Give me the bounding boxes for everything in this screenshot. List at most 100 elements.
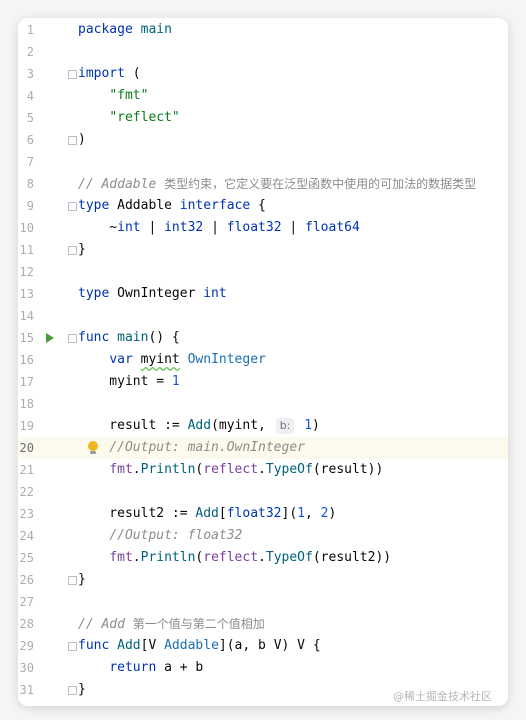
code-token: () { <box>148 330 180 345</box>
line-number[interactable]: 27 <box>18 591 34 613</box>
code-line[interactable]: 9 type Addable interface { <box>18 195 508 217</box>
code-line[interactable]: 6) <box>18 129 508 151</box>
line-number[interactable]: 12 <box>18 261 34 283</box>
code-line[interactable]: 17 myint = 1 <box>18 371 508 393</box>
code-text[interactable]: // Add 第一个值与第二个值相加 <box>78 613 265 636</box>
line-number[interactable]: 18 <box>18 393 34 415</box>
code-text[interactable]: type OwnInteger int <box>78 283 227 305</box>
code-line[interactable]: 5 "reflect" <box>18 107 508 129</box>
code-line[interactable]: 1 package main <box>18 19 508 41</box>
code-text[interactable]: func main() { <box>78 327 180 349</box>
code-line[interactable]: 26} <box>18 569 508 591</box>
code-line[interactable]: 10 ~int | int32 | float32 | float64 <box>18 217 508 239</box>
line-number[interactable]: 25 <box>18 547 34 569</box>
line-number[interactable]: 19 <box>18 415 34 437</box>
code-text[interactable]: //Output: main.OwnInteger <box>78 437 305 459</box>
code-line[interactable]: 22 <box>18 481 508 503</box>
code-line[interactable]: 25 fmt.Println(reflect.TypeOf(result2)) <box>18 547 508 569</box>
line-number[interactable]: 21 <box>18 459 34 481</box>
code-text[interactable]: result := Add(myint, b: 1) <box>78 415 320 437</box>
code-line[interactable]: 21 fmt.Println(reflect.TypeOf(result)) <box>18 459 508 481</box>
fold-marker-icon[interactable] <box>68 136 77 145</box>
code-token: main <box>117 330 149 345</box>
fold-marker-icon[interactable] <box>68 576 77 585</box>
code-text[interactable]: "reflect" <box>78 107 179 129</box>
run-triangle-icon[interactable] <box>46 333 54 343</box>
line-number[interactable]: 16 <box>18 349 34 371</box>
line-number[interactable]: 8 <box>18 173 34 195</box>
fold-marker-icon[interactable] <box>68 334 77 343</box>
code-line[interactable]: 29 func Add[V Addable](a, b V) V { <box>18 635 508 657</box>
code-token: OwnInteger <box>109 286 204 301</box>
code-line[interactable]: 23 result2 := Add[float32](1, 2) <box>18 503 508 525</box>
line-number[interactable]: 23 <box>18 503 34 525</box>
code-line[interactable]: 12 <box>18 261 508 283</box>
line-number[interactable]: 13 <box>18 283 34 305</box>
code-text[interactable]: result2 := Add[float32](1, 2) <box>78 503 336 525</box>
code-line[interactable]: 15 func main() { <box>18 327 508 349</box>
code-text[interactable]: } <box>78 679 86 701</box>
line-number[interactable]: 31 <box>18 679 34 701</box>
code-line[interactable]: 8 // Addable 类型约束，它定义要在泛型函数中使用的可加法的数据类型 <box>18 173 508 195</box>
line-number[interactable]: 6 <box>18 129 34 151</box>
line-number[interactable]: 28 <box>18 613 34 635</box>
code-line[interactable]: 18 <box>18 393 508 415</box>
code-text[interactable]: import ( <box>78 63 141 85</box>
code-text[interactable]: fmt.Println(reflect.TypeOf(result)) <box>78 459 383 481</box>
code-text[interactable]: return a + b <box>78 657 203 679</box>
code-text[interactable]: //Output: float32 <box>78 525 242 547</box>
code-line[interactable]: 7 <box>18 151 508 173</box>
line-number[interactable]: 22 <box>18 481 34 503</box>
fold-marker-icon[interactable] <box>68 246 77 255</box>
fold-marker-icon[interactable] <box>68 642 77 651</box>
line-number[interactable]: 14 <box>18 305 34 327</box>
line-number[interactable]: 20 <box>18 437 34 459</box>
code-text[interactable]: // Addable 类型约束，它定义要在泛型函数中使用的可加法的数据类型 <box>78 173 476 196</box>
line-number[interactable]: 17 <box>18 371 34 393</box>
line-number[interactable]: 5 <box>18 107 34 129</box>
fold-marker-icon[interactable] <box>68 202 77 211</box>
line-number[interactable]: 4 <box>18 85 34 107</box>
fold-marker-icon[interactable] <box>68 70 77 79</box>
code-text[interactable]: myint = 1 <box>78 371 179 393</box>
line-number[interactable]: 11 <box>18 239 34 261</box>
code-line[interactable]: 2 <box>18 41 508 63</box>
code-line[interactable]: 20 //Output: main.OwnInteger <box>18 437 508 459</box>
code-text[interactable]: ~int | int32 | float32 | float64 <box>78 217 360 239</box>
code-token: fmt <box>109 462 133 477</box>
code-line[interactable]: 4 "fmt" <box>18 85 508 107</box>
code-text[interactable]: var myint OwnInteger <box>78 349 266 371</box>
code-line[interactable]: 27 <box>18 591 508 613</box>
code-token: { <box>250 198 266 213</box>
code-text[interactable]: fmt.Println(reflect.TypeOf(result2)) <box>78 547 391 569</box>
fold-marker-icon[interactable] <box>68 686 77 695</box>
code-text[interactable]: func Add[V Addable](a, b V) V { <box>78 635 321 657</box>
code-line[interactable]: 14 <box>18 305 508 327</box>
code-line[interactable]: 16 var myint OwnInteger <box>18 349 508 371</box>
code-line[interactable]: 24 //Output: float32 <box>18 525 508 547</box>
line-number[interactable]: 26 <box>18 569 34 591</box>
code-line[interactable]: 19 result := Add(myint, b: 1) <box>18 415 508 437</box>
line-number[interactable]: 9 <box>18 195 34 217</box>
line-number[interactable]: 24 <box>18 525 34 547</box>
code-text[interactable]: } <box>78 239 86 261</box>
line-number[interactable]: 15 <box>18 327 34 349</box>
code-line[interactable]: 28 // Add 第一个值与第二个值相加 <box>18 613 508 635</box>
line-number[interactable]: 2 <box>18 41 34 63</box>
line-number[interactable]: 10 <box>18 217 34 239</box>
line-number[interactable]: 7 <box>18 151 34 173</box>
line-number[interactable]: 30 <box>18 657 34 679</box>
line-number[interactable]: 1 <box>18 19 34 41</box>
code-text[interactable]: package main <box>78 19 172 41</box>
code-token: 1 <box>297 506 305 521</box>
line-number[interactable]: 29 <box>18 635 34 657</box>
code-line[interactable]: 11} <box>18 239 508 261</box>
code-text[interactable]: "fmt" <box>78 85 148 107</box>
code-text[interactable]: } <box>78 569 86 591</box>
code-line[interactable]: 3 import ( <box>18 63 508 85</box>
line-number[interactable]: 3 <box>18 63 34 85</box>
code-text[interactable]: ) <box>78 129 86 151</box>
code-line[interactable]: 13 type OwnInteger int <box>18 283 508 305</box>
code-line[interactable]: 30 return a + b <box>18 657 508 679</box>
code-text[interactable]: type Addable interface { <box>78 195 266 217</box>
